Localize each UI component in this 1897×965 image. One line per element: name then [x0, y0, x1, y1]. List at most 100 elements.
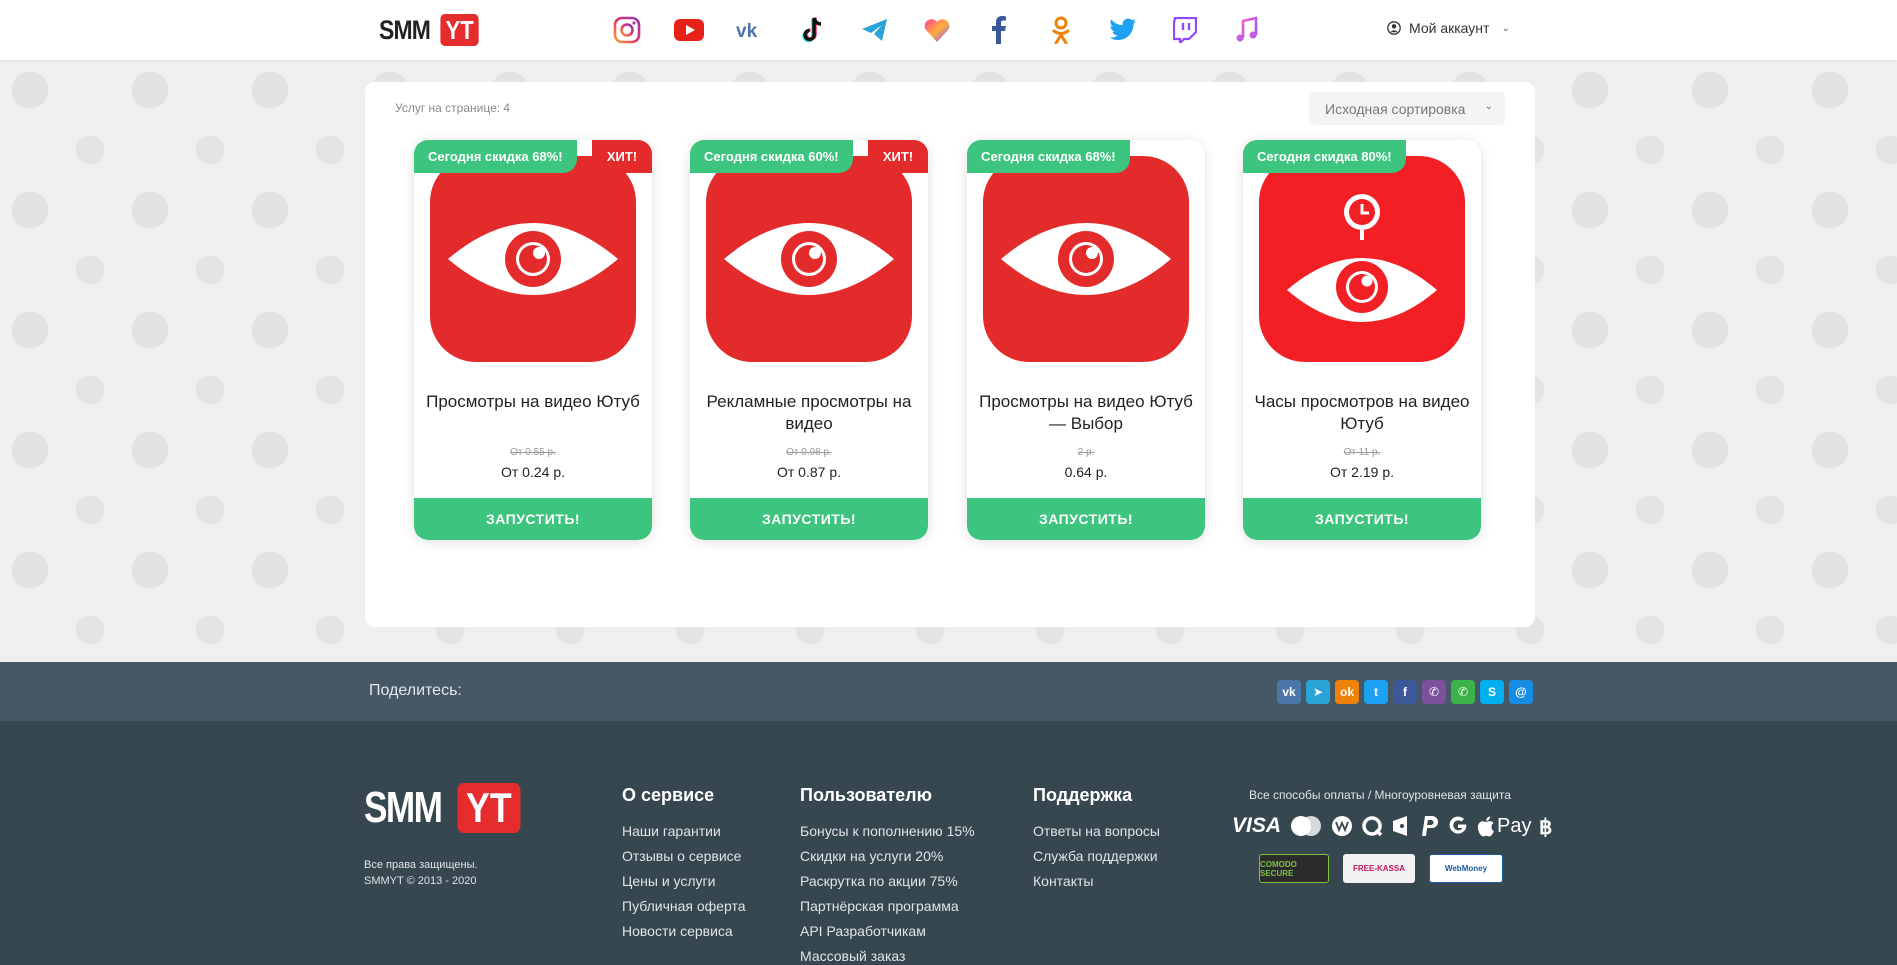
launch-button[interactable]: ЗАПУСТИТЬ!	[690, 498, 928, 540]
price: От 2.19 р.	[1329, 464, 1394, 480]
launch-button[interactable]: ЗАПУСТИТЬ!	[414, 498, 652, 540]
tiktok-icon[interactable]	[782, 13, 844, 47]
facebook-icon[interactable]	[968, 13, 1030, 47]
apple-pay-label: Pay	[1497, 814, 1532, 837]
discount-badge: Сегодня скидка 80%!	[1243, 140, 1406, 173]
service-title[interactable]: Часы просмотров на видео Ютуб	[1253, 391, 1471, 435]
footer-link[interactable]: Контакты	[1033, 869, 1160, 894]
service-title[interactable]: Просмотры на видео Ютуб	[424, 391, 642, 413]
sort-select[interactable]: Исходная сортировка ⌄	[1309, 92, 1505, 125]
service-card[interactable]: Сегодня скидка 80%! Часы просмотров на в…	[1243, 140, 1481, 540]
old-price: От 0.98 р.	[786, 447, 832, 458]
social-nav: vk	[596, 13, 1278, 47]
yandex-money-icon	[1391, 815, 1411, 837]
payment-title: Все способы оплаты / Многоуровневая защи…	[1249, 788, 1511, 802]
ok-share-icon[interactable]: ok	[1335, 680, 1359, 704]
eye-clock-icon[interactable]	[1259, 156, 1465, 362]
twitter-share-icon[interactable]: t	[1364, 680, 1388, 704]
trust-badges: COMODO SECURE FREE-KASSA WebMoney	[1259, 854, 1503, 883]
old-price: От 0.55 р.	[510, 447, 556, 458]
footer-link[interactable]: Цены и услуги	[622, 869, 746, 894]
footer-column-support: Поддержка Ответы на вопросы Служба подде…	[1033, 785, 1160, 894]
footer-link[interactable]: Публичная оферта	[622, 894, 746, 919]
logo-smm-text: SMM	[379, 14, 431, 45]
share-icons: vk ➤ ok t f ✆ ✆ S @	[1277, 680, 1533, 704]
logo-yt-text: YT	[440, 14, 479, 46]
launch-button[interactable]: ЗАПУСТИТЬ!	[1243, 498, 1481, 540]
footer-column-user: Пользователю Бонусы к пополнению 15% Ски…	[800, 785, 975, 965]
service-card[interactable]: Сегодня скидка 68%! Просмотры на видео Ю…	[967, 140, 1205, 540]
site-footer: SMM YT Все права защищены. SMMYT © 2013 …	[0, 721, 1897, 965]
telegram-icon[interactable]	[844, 13, 906, 47]
webmoney-icon	[1331, 815, 1353, 837]
share-bar: Поделитесь: vk ➤ ok t f ✆ ✆ S @	[0, 662, 1897, 721]
footer-link[interactable]: Служба поддержки	[1033, 844, 1160, 869]
copyright-line: SMMYT © 2013 - 2020	[364, 875, 477, 887]
vk-share-icon[interactable]: vk	[1277, 680, 1301, 704]
chevron-down-icon: ⌄	[1501, 22, 1510, 34]
catalog-panel: Услуг на странице: 4 Исходная сортировка…	[365, 82, 1535, 627]
user-icon	[1387, 21, 1401, 35]
price: От 0.24 р.	[500, 464, 565, 480]
service-title[interactable]: Рекламные просмотры на видео	[700, 391, 918, 435]
skype-share-icon[interactable]: S	[1480, 680, 1504, 704]
twitch-icon[interactable]	[1154, 13, 1216, 47]
per-page-label: Услуг на странице: 4	[395, 101, 511, 115]
footer-link[interactable]: Бонусы к пополнению 15%	[800, 819, 975, 844]
price: 0.64 р.	[1064, 464, 1108, 480]
comodo-badge[interactable]: COMODO SECURE	[1259, 854, 1329, 883]
hit-badge: ХИТ!	[592, 140, 652, 173]
share-label: Поделитесь:	[369, 682, 462, 699]
discount-badge: Сегодня скидка 60%!	[690, 140, 853, 173]
itunes-icon[interactable]	[1216, 13, 1278, 47]
service-card[interactable]: Сегодня скидка 60%! ХИТ! Рекламные просм…	[690, 140, 928, 540]
footer-logo-yt: YT	[457, 783, 521, 833]
facebook-share-icon[interactable]: f	[1393, 680, 1417, 704]
svg-text:฿: ฿	[1539, 816, 1552, 837]
price: От 0.87 р.	[776, 464, 841, 480]
payment-methods: VISA Pay ฿	[1232, 814, 1555, 838]
site-logo[interactable]: SMM YT	[379, 14, 482, 46]
account-label: Мой аккаунт	[1409, 20, 1490, 36]
svg-text:vk: vk	[736, 21, 758, 39]
footer-link[interactable]: API Разработчикам	[800, 919, 975, 944]
old-price: От 11 р.	[1343, 447, 1381, 458]
discount-badge: Сегодня скидка 68%!	[967, 140, 1130, 173]
moimir-share-icon[interactable]: @	[1509, 680, 1533, 704]
footer-link[interactable]: Ответы на вопросы	[1033, 819, 1160, 844]
service-title[interactable]: Просмотры на видео Ютуб — Выбор	[977, 391, 1195, 435]
odnoklassniki-icon[interactable]	[1030, 13, 1092, 47]
footer-link[interactable]: Наши гарантии	[622, 819, 746, 844]
viber-share-icon[interactable]: ✆	[1422, 680, 1446, 704]
youtube-icon[interactable]	[658, 13, 720, 47]
freekassa-badge[interactable]: FREE-KASSA	[1343, 854, 1415, 883]
instagram-icon[interactable]	[596, 13, 658, 47]
footer-logo[interactable]: SMM YT	[364, 783, 526, 833]
eye-icon[interactable]	[706, 156, 912, 362]
footer-link[interactable]: Новости сервиса	[622, 919, 746, 944]
footer-link[interactable]: Партнёрская программа	[800, 894, 975, 919]
footer-column-title: Поддержка	[1033, 785, 1133, 805]
account-menu[interactable]: Мой аккаунт ⌄	[1387, 20, 1510, 36]
bitcoin-icon: ฿	[1539, 815, 1555, 837]
telegram-share-icon[interactable]: ➤	[1306, 680, 1330, 704]
service-card[interactable]: Сегодня скидка 68%! ХИТ! Просмотры на ви…	[414, 140, 652, 540]
footer-link[interactable]: Отзывы о сервисе	[622, 844, 746, 869]
whatsapp-share-icon[interactable]: ✆	[1451, 680, 1475, 704]
rights-line: Все права защищены.	[364, 859, 478, 871]
footer-link[interactable]: Скидки на услуги 20%	[800, 844, 975, 869]
twitter-icon[interactable]	[1092, 13, 1154, 47]
hit-badge: ХИТ!	[868, 140, 928, 173]
visa-icon: VISA	[1232, 814, 1282, 837]
likee-icon[interactable]	[906, 13, 968, 47]
webmoney-badge[interactable]: WebMoney	[1429, 854, 1503, 883]
vk-icon[interactable]: vk	[720, 13, 782, 47]
footer-link[interactable]: Раскрутка по акции 75%	[800, 869, 975, 894]
payeer-icon	[1419, 815, 1439, 837]
eye-icon[interactable]	[430, 156, 636, 362]
eye-icon[interactable]	[983, 156, 1189, 362]
mastercard-icon	[1289, 815, 1323, 837]
launch-button[interactable]: ЗАПУСТИТЬ!	[967, 498, 1205, 540]
discount-badge: Сегодня скидка 68%!	[414, 140, 577, 173]
footer-link[interactable]: Массовый заказ	[800, 944, 975, 965]
